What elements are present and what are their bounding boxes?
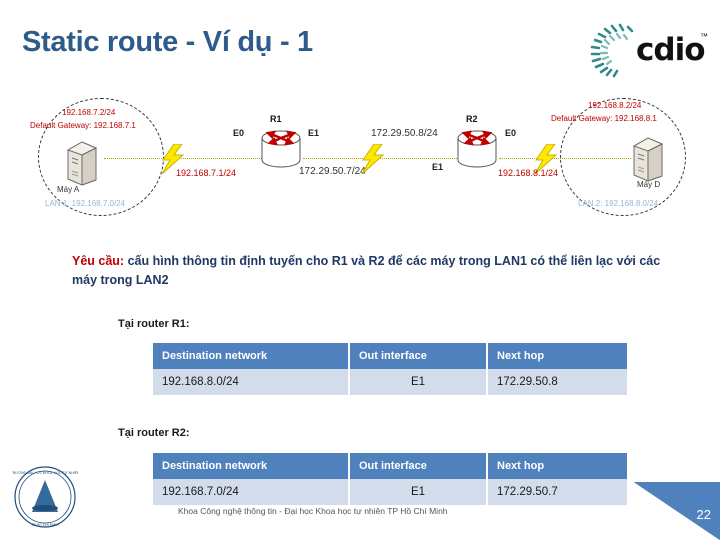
network-diagram: 192.168.7.2/24 Default Gateway: 192.168.… xyxy=(0,96,720,228)
router-icon xyxy=(457,130,497,168)
router1-name: R1 xyxy=(270,114,282,124)
host-computer-icon xyxy=(66,141,98,186)
cdio-logo: cdio ™ xyxy=(584,18,708,80)
column-destination-network: Destination network xyxy=(153,453,350,479)
table-row: 192.168.7.0/24 E1 172.29.50.7 xyxy=(153,479,627,505)
router2-table-heading: Tại router R2: xyxy=(118,427,190,439)
cdio-wordmark: cdio xyxy=(636,32,705,68)
link-r2-lan2 xyxy=(499,158,631,159)
requirement-text: Yêu cầu: cấu hình thông tin định tuyến c… xyxy=(72,252,672,290)
column-destination-network: Destination network xyxy=(153,343,350,369)
link-bolt-r1-r2-icon xyxy=(361,144,385,174)
router1-table-heading: Tại router R1: xyxy=(118,318,190,330)
routing-table-r1: Destination network Out interface Next h… xyxy=(153,343,627,395)
requirement-label: Yêu cầu: xyxy=(72,254,125,268)
lan2-host-gateway: Default Gateway: 192.168.8.1 xyxy=(551,114,657,123)
router1-iface-e1: E1 xyxy=(308,128,320,138)
router2-name: R2 xyxy=(466,114,478,124)
column-next-hop: Next hop xyxy=(487,453,627,479)
routing-table-r2: Destination network Out interface Next h… xyxy=(153,453,627,505)
router1-iface-e0: E0 xyxy=(233,128,245,138)
link-lan1-r1 xyxy=(104,158,272,159)
page-number: 22 xyxy=(696,507,711,522)
footer-text: Khoa Công nghệ thông tin - Đại học Khoa … xyxy=(178,506,448,516)
r1-e1-network: 172.29.50.7/24 xyxy=(299,166,366,177)
column-out-interface: Out interface xyxy=(349,453,488,479)
cell-next-hop: 172.29.50.7 xyxy=(487,479,627,505)
cell-destination-network: 192.168.8.0/24 xyxy=(153,369,350,395)
lan1-host-gateway: Default Gateway: 192.168.7.1 xyxy=(30,121,136,130)
router2-iface-e0: E0 xyxy=(505,128,517,138)
lan1-host-ip: 192.168.7.2/24 xyxy=(62,108,116,117)
lan1-host-name: Máy A xyxy=(57,185,80,194)
r1-e0-network: 192.168.7.1/24 xyxy=(176,168,237,178)
host-computer-icon xyxy=(632,137,664,182)
university-seal-logo: TRƯỜNG ĐẠI HỌC KHOA HỌC TỰ NHIÊN TP HỒ C… xyxy=(12,466,78,528)
lan1-label: LAN 1: 192.168.7.0/24 xyxy=(45,199,126,208)
cell-out-interface: E1 xyxy=(349,479,488,505)
router2-iface-e1: E1 xyxy=(432,162,444,172)
table-row: 192.168.8.0/24 E1 172.29.50.8 xyxy=(153,369,627,395)
r2-e1-network: 172.29.50.8/24 xyxy=(371,128,438,139)
page-title: Static route - Ví dụ - 1 xyxy=(22,26,313,58)
svg-text:TP HỒ CHÍ MINH: TP HỒ CHÍ MINH xyxy=(30,522,59,527)
cdio-trademark: ™ xyxy=(700,32,708,41)
lan2-host-ip: 192.168.8.2/24 xyxy=(588,101,642,110)
slide-canvas: Static route - Ví dụ - 1 cdio ™ 192.168.… xyxy=(0,0,720,540)
cell-destination-network: 192.168.7.0/24 xyxy=(153,479,350,505)
table-header-row: Destination network Out interface Next h… xyxy=(153,343,627,369)
requirement-body: cấu hình thông tin định tuyến cho R1 và … xyxy=(72,254,661,287)
router-icon xyxy=(261,130,301,168)
r2-e0-network: 192.168.8.1/24 xyxy=(498,168,559,178)
column-out-interface: Out interface xyxy=(349,343,488,369)
cell-next-hop: 172.29.50.8 xyxy=(487,369,627,395)
cell-out-interface: E1 xyxy=(349,369,488,395)
column-next-hop: Next hop xyxy=(487,343,627,369)
svg-text:TRƯỜNG ĐẠI HỌC KHOA HỌC TỰ NHI: TRƯỜNG ĐẠI HỌC KHOA HỌC TỰ NHIÊN xyxy=(12,470,78,475)
lan2-label: LAN 2: 192.168.8.0/24 xyxy=(578,199,659,208)
table-header-row: Destination network Out interface Next h… xyxy=(153,453,627,479)
